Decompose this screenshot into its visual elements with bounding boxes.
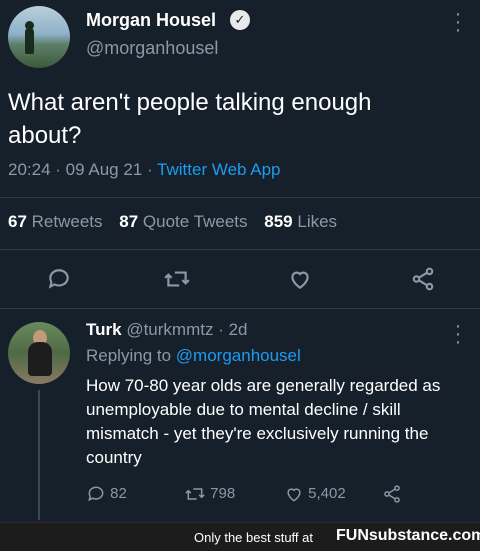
divider-middle bbox=[0, 249, 480, 250]
reply-icon[interactable] bbox=[46, 266, 72, 292]
watermark-banner: Only the best stuff at FUNsubstance.com bbox=[0, 522, 480, 551]
replying-prefix: Replying to bbox=[86, 346, 172, 365]
tweet-action-bar bbox=[0, 264, 480, 294]
reply-retweet-icon bbox=[185, 488, 205, 500]
avatar-figure-body bbox=[25, 28, 34, 54]
author-name[interactable]: Morgan Housel bbox=[86, 10, 216, 31]
reply-author-avatar[interactable] bbox=[8, 322, 70, 384]
reply-like-icon bbox=[287, 488, 301, 502]
thread-line bbox=[38, 390, 40, 520]
tweet-text: What aren't people talking enough about? bbox=[8, 89, 372, 149]
like-icon[interactable] bbox=[287, 266, 313, 292]
replying-mention[interactable]: @morganhousel bbox=[176, 346, 301, 365]
quotes-stat[interactable]: 87 Quote Tweets bbox=[119, 212, 247, 231]
more-options-icon[interactable]: · · · bbox=[452, 4, 464, 40]
reply-like-count: 5,402 bbox=[308, 484, 346, 502]
author-avatar[interactable] bbox=[8, 6, 70, 68]
retweet-icon[interactable] bbox=[163, 266, 191, 292]
author-handle[interactable]: @morganhousel bbox=[86, 38, 218, 59]
tweet-source[interactable]: Twitter Web App bbox=[157, 160, 280, 179]
avatar-body bbox=[28, 342, 52, 376]
reply-retweet-count: 798 bbox=[210, 484, 236, 502]
reply-header: Turk @turkmmtz · 2d bbox=[86, 320, 248, 339]
reply-age[interactable]: 2d bbox=[229, 320, 248, 339]
divider-top bbox=[0, 197, 480, 198]
watermark-tagline: Only the best stuff at bbox=[194, 530, 313, 545]
likes-stat[interactable]: 859 Likes bbox=[264, 212, 337, 231]
reply-share-icon bbox=[384, 485, 400, 503]
reply-reply-count: 82 bbox=[110, 484, 127, 502]
reply-reply-icon bbox=[88, 486, 104, 502]
reply-author-name[interactable]: Turk bbox=[86, 320, 122, 339]
tweet-time[interactable]: 20:24 bbox=[8, 160, 51, 179]
reply-reply-action[interactable]: 82 bbox=[86, 484, 127, 504]
share-icon[interactable] bbox=[410, 266, 436, 292]
tweet-stats: 67 Retweets 87 Quote Tweets 859 Likes bbox=[8, 212, 337, 232]
divider-bottom bbox=[0, 308, 480, 309]
tweet-date[interactable]: 09 Aug 21 bbox=[66, 160, 143, 179]
verified-badge-icon: ✓ bbox=[230, 10, 250, 30]
tweet-meta: 20:24 · 09 Aug 21 · Twitter Web App bbox=[8, 160, 281, 179]
reply-author-handle[interactable]: @turkmmtz bbox=[126, 320, 213, 339]
reply-retweet-action[interactable]: 798 bbox=[184, 484, 235, 504]
reply-more-options-icon[interactable]: · · · bbox=[452, 316, 464, 352]
retweets-stat[interactable]: 67 Retweets bbox=[8, 212, 103, 231]
reply-like-action[interactable]: 5,402 bbox=[284, 484, 346, 504]
reply-text: How 70-80 year olds are generally regard… bbox=[86, 376, 441, 467]
reply-share-action[interactable] bbox=[382, 484, 402, 504]
replying-to: Replying to @morganhousel bbox=[86, 346, 301, 366]
watermark-brand: FUNsubstance.com bbox=[336, 527, 480, 544]
